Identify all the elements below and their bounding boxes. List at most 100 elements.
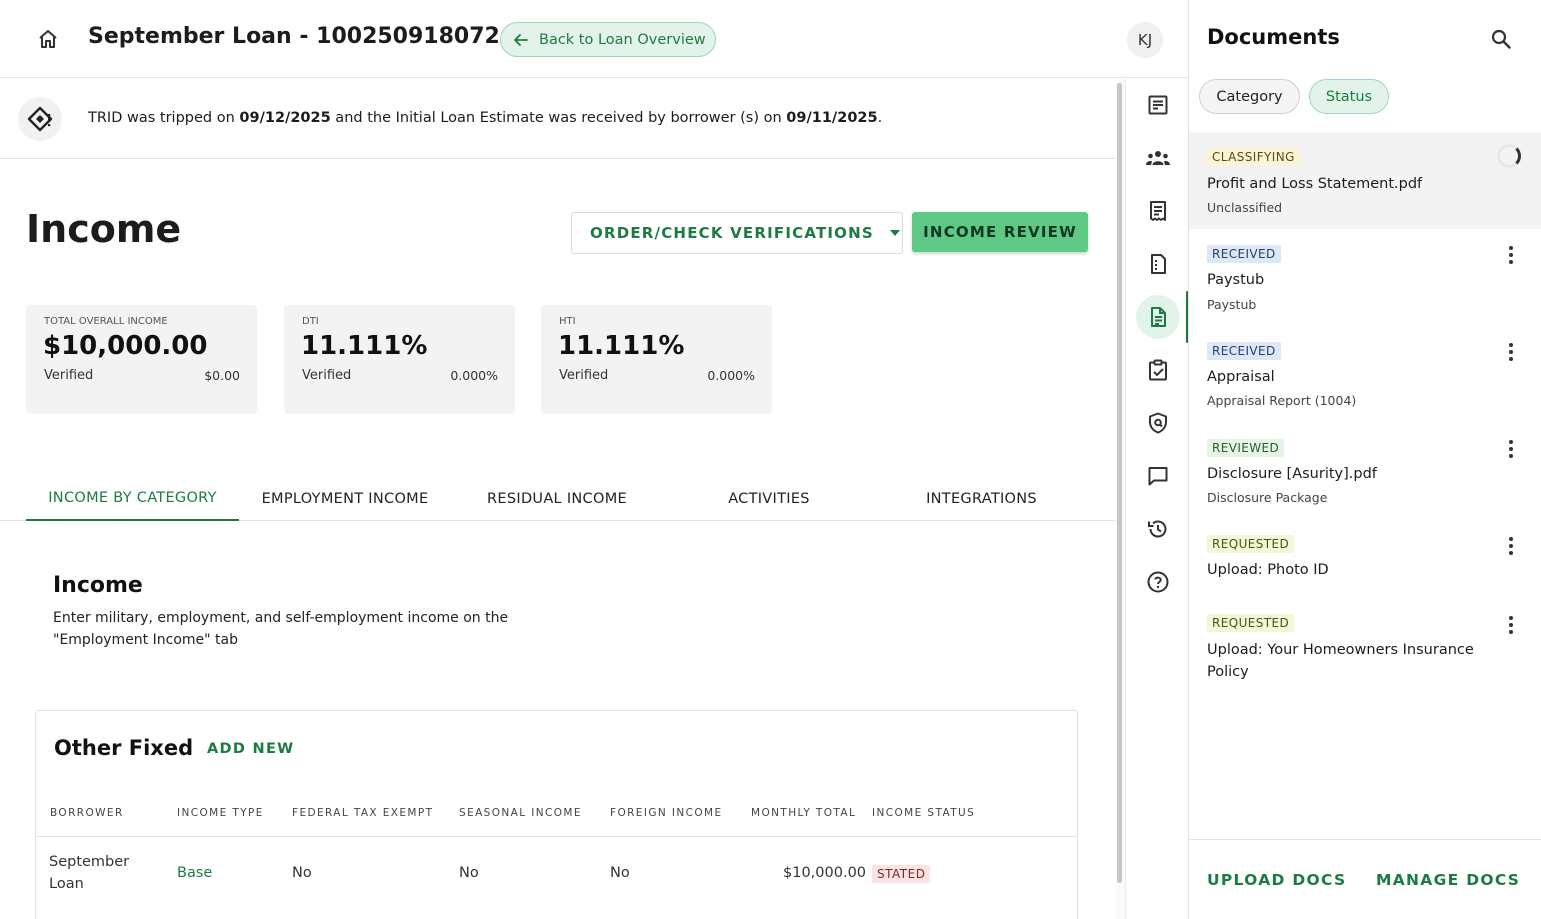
doc-subtitle: Disclosure Package bbox=[1207, 490, 1328, 505]
help-icon[interactable] bbox=[1136, 560, 1180, 604]
doc-status-badge: CLASSIFYING bbox=[1207, 148, 1300, 166]
chat-icon[interactable] bbox=[1136, 454, 1180, 498]
list-item[interactable]: REQUESTED Upload: Your Homeowners Insura… bbox=[1189, 600, 1541, 690]
search-icon[interactable] bbox=[1489, 27, 1513, 55]
doc-status-badge: RECEIVED bbox=[1207, 245, 1281, 263]
stat-sub-label: Verified bbox=[44, 368, 94, 383]
shield-icon[interactable] bbox=[1136, 401, 1180, 445]
more-vert-icon[interactable] bbox=[1503, 341, 1519, 363]
other-fixed-title: Other Fixed bbox=[54, 736, 194, 760]
stat-label: DTI bbox=[302, 316, 319, 327]
main-content: TRID was tripped on 09/12/2025 and the I… bbox=[0, 79, 1116, 919]
column-header: SEASONAL INCOME bbox=[459, 807, 582, 819]
documents-footer: UPLOAD DOCS MANAGE DOCS bbox=[1189, 839, 1541, 919]
stat-label: TOTAL OVERALL INCOME bbox=[44, 316, 168, 327]
trid-tripped-date: 09/12/2025 bbox=[239, 110, 331, 126]
stat-sub-value: $0.00 bbox=[204, 368, 240, 383]
main-scrollbar[interactable] bbox=[1116, 79, 1125, 919]
home-icon[interactable] bbox=[36, 27, 60, 51]
top-header: September Loan - 100250918072 Back to Lo… bbox=[0, 0, 1188, 78]
tab-activities[interactable]: ACTIVITIES bbox=[663, 477, 875, 521]
doc-status-badge: REQUESTED bbox=[1207, 614, 1295, 632]
cell-income-type-link[interactable]: Base bbox=[177, 865, 212, 881]
list-item[interactable]: RECEIVED Paystub Paystub bbox=[1189, 229, 1541, 326]
tab-residual-income[interactable]: RESIDUAL INCOME bbox=[451, 477, 663, 521]
trid-alert-icon bbox=[18, 97, 62, 141]
tab-employment-income[interactable]: EMPLOYMENT INCOME bbox=[239, 477, 451, 521]
clipboard-check-icon[interactable] bbox=[1136, 348, 1180, 392]
upload-docs-button[interactable]: UPLOAD DOCS bbox=[1207, 871, 1346, 889]
back-to-loan-overview-button[interactable]: Back to Loan Overview bbox=[500, 22, 716, 57]
stat-card-hti: HTI 11.111% Verified 0.000% bbox=[541, 305, 772, 414]
cell-borrower-line2: Loan bbox=[49, 876, 84, 892]
category-filter-chip[interactable]: Category bbox=[1199, 79, 1300, 114]
scrollbar-thumb[interactable] bbox=[1117, 83, 1122, 883]
cell-foreign-income: No bbox=[610, 865, 630, 881]
list-item[interactable]: REQUESTED Upload: Photo ID bbox=[1189, 520, 1541, 600]
status-filter-chip[interactable]: Status bbox=[1309, 79, 1389, 114]
arrow-left-icon bbox=[514, 33, 528, 46]
summary-icon[interactable] bbox=[1136, 83, 1180, 127]
more-vert-icon[interactable] bbox=[1503, 535, 1519, 557]
doc-subtitle: Paystub bbox=[1207, 297, 1257, 312]
stat-card-dti: DTI 11.111% Verified 0.000% bbox=[284, 305, 515, 414]
doc-name: Appraisal bbox=[1207, 369, 1275, 385]
documents-panel: Documents Category Status CLASSIFYING Pr… bbox=[1188, 0, 1541, 919]
trid-received-date: 09/11/2025 bbox=[786, 110, 878, 126]
cell-borrower-line1: September bbox=[49, 854, 130, 870]
column-header: MONTHLY TOTAL bbox=[751, 807, 857, 819]
documents-title: Documents bbox=[1207, 25, 1340, 49]
list-item[interactable]: REVIEWED Disclosure [Asurity].pdf Disclo… bbox=[1189, 423, 1541, 520]
cell-federal-tax-exempt: No bbox=[292, 865, 312, 881]
column-header: BORROWER bbox=[50, 807, 124, 819]
history-icon[interactable] bbox=[1136, 507, 1180, 551]
income-section-description: Enter military, employment, and self-emp… bbox=[53, 610, 509, 648]
stat-value: $10,000.00 bbox=[43, 331, 208, 361]
stat-sub-label: Verified bbox=[302, 368, 352, 383]
more-vert-icon[interactable] bbox=[1503, 244, 1519, 266]
doc-status-badge: REVIEWED bbox=[1207, 439, 1285, 457]
tab-integrations[interactable]: INTEGRATIONS bbox=[875, 477, 1088, 521]
table-divider bbox=[36, 836, 1077, 837]
doc-subtitle: Unclassified bbox=[1207, 200, 1283, 215]
document-icon[interactable] bbox=[1136, 295, 1180, 339]
stat-value: 11.111% bbox=[301, 331, 428, 361]
doc-subtitle: Appraisal Report (1004) bbox=[1207, 393, 1357, 408]
manage-docs-button[interactable]: MANAGE DOCS bbox=[1376, 871, 1520, 889]
loading-spinner-icon bbox=[1497, 144, 1521, 168]
more-vert-icon[interactable] bbox=[1503, 438, 1519, 460]
list-item[interactable]: RECEIVED Appraisal Appraisal Report (100… bbox=[1189, 326, 1541, 423]
doc-status-badge: RECEIVED bbox=[1207, 342, 1281, 360]
user-avatar[interactable]: KJ bbox=[1127, 22, 1163, 58]
income-review-button[interactable]: INCOME REVIEW bbox=[912, 212, 1088, 252]
stat-sub-label: Verified bbox=[559, 368, 609, 383]
borrowers-icon[interactable] bbox=[1136, 136, 1180, 180]
trid-suffix: . bbox=[877, 110, 883, 126]
receipt-icon[interactable] bbox=[1136, 189, 1180, 233]
doc-status-badge: REQUESTED bbox=[1207, 535, 1295, 553]
back-button-label: Back to Loan Overview bbox=[539, 31, 706, 48]
more-vert-icon[interactable] bbox=[1503, 614, 1519, 636]
trid-middle: and the Initial Loan Estimate was receiv… bbox=[330, 110, 787, 126]
list-item[interactable]: CLASSIFYING Profit and Loss Statement.pd… bbox=[1189, 132, 1541, 229]
column-header: INCOME STATUS bbox=[872, 807, 976, 819]
trid-prefix: TRID was tripped on bbox=[88, 110, 240, 126]
income-section-title: Income bbox=[53, 573, 143, 598]
doc-name: Disclosure [Asurity].pdf bbox=[1207, 466, 1377, 482]
stat-card-total-income: TOTAL OVERALL INCOME $10,000.00 Verified… bbox=[26, 305, 257, 414]
doc-name: Profit and Loss Statement.pdf bbox=[1207, 176, 1423, 192]
income-tabs: INCOME BY CATEGORY EMPLOYMENT INCOME RES… bbox=[0, 477, 1116, 521]
tab-income-by-category[interactable]: INCOME BY CATEGORY bbox=[26, 477, 239, 521]
stat-value: 11.111% bbox=[558, 331, 685, 361]
cell-monthly-total: $10,000.00 bbox=[783, 865, 867, 881]
stat-sub-value: 0.000% bbox=[707, 368, 755, 383]
add-new-button[interactable]: ADD NEW bbox=[207, 741, 294, 757]
cell-seasonal-income: No bbox=[459, 865, 479, 881]
doc-name: Paystub bbox=[1207, 272, 1265, 288]
loan-terms-icon[interactable] bbox=[1136, 242, 1180, 286]
icon-rail bbox=[1125, 79, 1189, 919]
doc-name: Upload: Photo ID bbox=[1207, 562, 1329, 578]
stat-sub-value: 0.000% bbox=[450, 368, 498, 383]
order-check-verifications-dropdown[interactable]: ORDER/CHECK VERIFICATIONS bbox=[571, 212, 903, 254]
order-button-label: ORDER/CHECK VERIFICATIONS bbox=[590, 224, 874, 242]
